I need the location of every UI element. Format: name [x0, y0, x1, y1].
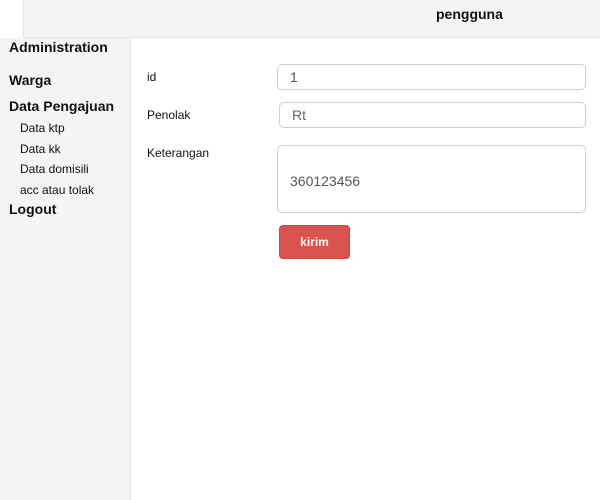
id-label: id — [147, 70, 157, 84]
keterangan-field[interactable]: 360123456 — [277, 145, 586, 213]
sidebar-item-administration[interactable]: Administration — [9, 39, 108, 55]
sidebar: Administration Warga Data Pengajuan Data… — [0, 38, 131, 500]
penolak-label: Penolak — [147, 108, 191, 122]
penolak-field[interactable] — [279, 102, 586, 128]
header-title: pengguna — [436, 6, 503, 22]
sidebar-subitem-data-ktp[interactable]: Data ktp — [20, 121, 65, 135]
keterangan-label: Keterangan — [147, 146, 210, 160]
sidebar-subitem-acc-atau-tolak[interactable]: acc atau tolak — [20, 183, 94, 197]
header-left-edge — [0, 0, 24, 38]
sidebar-item-data-pengajuan[interactable]: Data Pengajuan — [9, 98, 114, 114]
sidebar-subitem-data-kk[interactable]: Data kk — [20, 142, 61, 156]
kirim-button[interactable]: kirim — [279, 225, 350, 259]
id-field[interactable] — [277, 64, 586, 90]
page: pengguna Administration Warga Data Penga… — [0, 0, 600, 500]
sidebar-item-logout[interactable]: Logout — [9, 201, 56, 217]
top-header: pengguna — [0, 0, 600, 38]
sidebar-subitem-data-domisili[interactable]: Data domisili — [20, 162, 89, 176]
sidebar-item-warga[interactable]: Warga — [9, 72, 51, 88]
